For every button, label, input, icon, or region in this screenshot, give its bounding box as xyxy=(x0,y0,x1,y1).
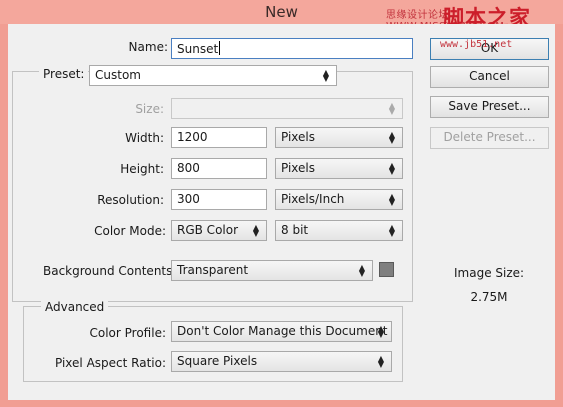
updown-arrows-icon: ▲ ▼ xyxy=(252,223,259,238)
updown-arrows-icon: ▲ ▼ xyxy=(388,161,395,176)
size-select[interactable]: ▲ ▼ xyxy=(171,98,403,119)
background-contents-label: Background Contents: xyxy=(43,264,177,278)
bit-depth-select[interactable]: 8 bit ▲ ▼ xyxy=(275,220,403,241)
color-profile-select[interactable]: Don't Color Manage this Document ▲ ▼ xyxy=(171,321,392,342)
color-mode-select[interactable]: RGB Color ▲ ▼ xyxy=(171,220,267,241)
updown-arrows-icon: ▲ ▼ xyxy=(388,130,395,145)
cancel-button[interactable]: Cancel xyxy=(430,66,549,88)
preset-label: Preset: xyxy=(39,67,89,81)
updown-arrows-icon: ▲ ▼ xyxy=(377,354,384,369)
height-input[interactable]: 800 xyxy=(171,158,267,179)
name-label: Name: xyxy=(128,40,168,54)
background-contents-select[interactable]: Transparent ▲ ▼ xyxy=(171,260,373,281)
color-profile-label: Color Profile: xyxy=(89,326,167,340)
width-unit-select[interactable]: Pixels ▲ ▼ xyxy=(275,127,403,148)
preset-select[interactable]: Custom ▲ ▼ xyxy=(89,65,337,86)
watermark-url: www.jb51.net xyxy=(440,39,513,50)
size-label: Size: xyxy=(135,102,164,116)
updown-arrows-icon: ▲ ▼ xyxy=(322,68,329,83)
color-profile-value: Don't Color Manage this Document xyxy=(177,324,388,338)
text-cursor xyxy=(219,41,221,55)
background-color-swatch[interactable] xyxy=(379,262,394,277)
name-value: Sunset xyxy=(177,42,219,56)
resolution-unit-value: Pixels/Inch xyxy=(281,192,345,206)
save-preset-button[interactable]: Save Preset... xyxy=(430,96,549,118)
color-mode-value: RGB Color xyxy=(177,223,239,237)
width-label: Width: xyxy=(125,131,164,145)
resolution-input[interactable]: 300 xyxy=(171,189,267,210)
name-input[interactable]: Sunset xyxy=(171,38,413,59)
width-unit-value: Pixels xyxy=(281,130,316,144)
updown-arrows-icon: ▲ ▼ xyxy=(388,101,395,116)
background-contents-value: Transparent xyxy=(177,263,249,277)
width-input[interactable]: 1200 xyxy=(171,127,267,148)
height-label: Height: xyxy=(120,162,164,176)
updown-arrows-icon: ▲ ▼ xyxy=(358,263,365,278)
dialog-body: Name: Sunset Preset: Custom ▲ ▼ Size: ▲ ▼ … xyxy=(8,24,555,400)
updown-arrows-icon: ▲ ▼ xyxy=(388,192,395,207)
bit-depth-value: 8 bit xyxy=(281,223,309,237)
updown-arrows-icon: ▲ ▼ xyxy=(377,324,384,339)
resolution-label: Resolution: xyxy=(97,193,164,207)
pixel-aspect-ratio-value: Square Pixels xyxy=(177,354,258,368)
resolution-unit-select[interactable]: Pixels/Inch ▲ ▼ xyxy=(275,189,403,210)
advanced-legend: Advanced xyxy=(41,300,109,314)
height-unit-value: Pixels xyxy=(281,161,316,175)
preset-value: Custom xyxy=(95,68,141,82)
height-unit-select[interactable]: Pixels ▲ ▼ xyxy=(275,158,403,179)
image-size-value: 2.75M xyxy=(470,290,508,304)
delete-preset-button[interactable]: Delete Preset... xyxy=(430,127,549,149)
updown-arrows-icon: ▲ ▼ xyxy=(388,223,395,238)
pixel-aspect-ratio-label: Pixel Aspect Ratio: xyxy=(55,356,166,370)
color-mode-label: Color Mode: xyxy=(94,224,166,238)
image-size-label: Image Size: xyxy=(454,266,525,280)
pixel-aspect-ratio-select[interactable]: Square Pixels ▲ ▼ xyxy=(171,351,392,372)
